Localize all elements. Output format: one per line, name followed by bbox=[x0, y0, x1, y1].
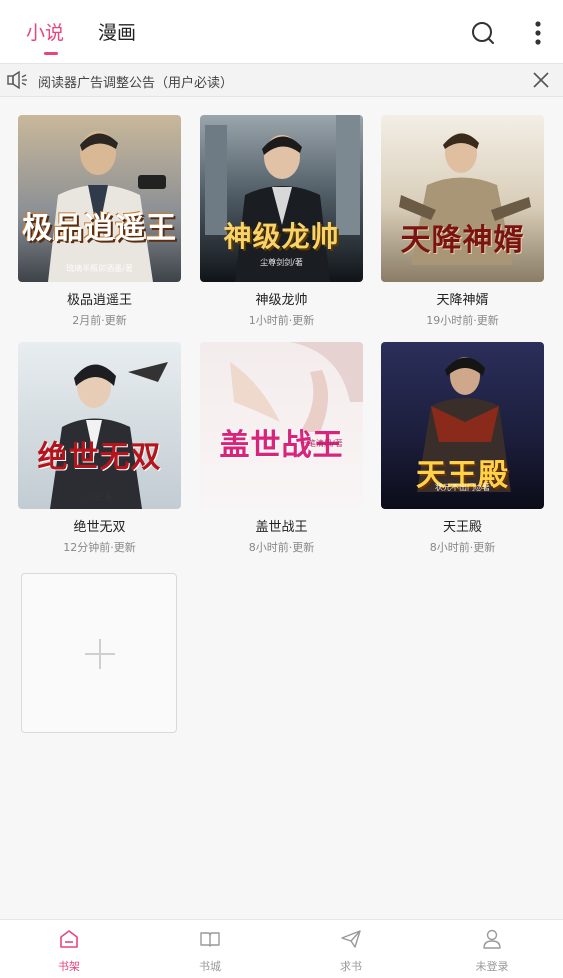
book-item[interactable]: 神级龙帅 尘尊剑剑/著 神级龙帅 1小时前·更新 bbox=[200, 115, 363, 328]
book-cover[interactable]: 极品逍遥王 琉璃半瓶卯酒墨/著 bbox=[18, 115, 181, 282]
book-cover[interactable]: 绝世无双 风光·著 bbox=[18, 342, 181, 509]
book-item[interactable]: 极品逍遥王 琉璃半瓶卯酒墨/著 极品逍遥王 2月前·更新 bbox=[18, 115, 181, 328]
book-update-status: 12分钟前·更新 bbox=[63, 541, 136, 554]
bottom-nav: 书架 书城 求书 未登录 bbox=[0, 919, 563, 978]
cover-title: 绝世无双 bbox=[37, 440, 162, 475]
nav-bookshelf[interactable]: 书架 bbox=[29, 920, 109, 978]
search-button[interactable] bbox=[468, 18, 498, 48]
bookshelf-icon bbox=[60, 930, 78, 948]
book-cover[interactable]: 盖世战王 一笔清风/著 bbox=[200, 342, 363, 509]
book-title: 极品逍遥王 bbox=[66, 293, 132, 308]
cover-author: 一笔清风/著 bbox=[300, 439, 343, 448]
notice-text: 阅读器广告调整公告（用户必读） bbox=[38, 76, 234, 91]
cover-author: 风光·著 bbox=[86, 493, 113, 502]
book-update-status: 2月前·更新 bbox=[72, 314, 127, 327]
book-title: 神级龙帅 bbox=[255, 293, 308, 308]
book-title: 绝世无双 bbox=[73, 520, 126, 535]
cover-title: 极品逍遥王 bbox=[22, 211, 177, 246]
close-icon bbox=[533, 72, 549, 88]
book-update-status: 8小时前·更新 bbox=[429, 541, 496, 554]
book-cover[interactable]: 神级龙帅 尘尊剑剑/著 bbox=[200, 115, 363, 282]
book-title: 盖世战王 bbox=[255, 520, 308, 535]
nav-label: 未登录 bbox=[475, 960, 509, 973]
add-book-button[interactable] bbox=[21, 573, 177, 733]
book-cover[interactable]: 天王殿 状元不出门◎著 bbox=[381, 342, 544, 509]
speaker-icon bbox=[7, 70, 27, 90]
cover-author: 状元不出门◎著 bbox=[435, 483, 490, 492]
book-update-status: 1小时前·更新 bbox=[248, 314, 315, 327]
book-update-status: 8小时前·更新 bbox=[248, 541, 315, 554]
tab-comic[interactable]: 漫画 bbox=[98, 18, 136, 45]
notice-bar[interactable]: 阅读器广告调整公告（用户必读） bbox=[0, 64, 563, 97]
more-button[interactable] bbox=[523, 18, 553, 48]
book-item[interactable]: 天王殿 状元不出门◎著 天王殿 8小时前·更新 bbox=[381, 342, 544, 555]
book-cover[interactable]: 天降神婿 bbox=[381, 115, 544, 282]
book-open-icon bbox=[200, 932, 220, 947]
send-icon bbox=[341, 930, 361, 948]
more-vertical-icon bbox=[535, 21, 541, 45]
notice-close-button[interactable] bbox=[531, 70, 551, 90]
nav-request-book[interactable]: 求书 bbox=[311, 920, 391, 978]
cover-title: 神级龙帅 bbox=[223, 220, 340, 253]
tab-novel[interactable]: 小说 bbox=[26, 18, 64, 45]
nav-label: 书架 bbox=[58, 960, 80, 973]
book-item[interactable]: 盖世战王 一笔清风/著 盖世战王 8小时前·更新 bbox=[200, 342, 363, 555]
cover-title: 天降神婿 bbox=[400, 223, 525, 258]
cover-author: 尘尊剑剑/著 bbox=[260, 258, 303, 267]
nav-label: 书城 bbox=[199, 960, 221, 973]
book-item[interactable]: 绝世无双 风光·著 绝世无双 12分钟前·更新 bbox=[18, 342, 181, 555]
active-tab-indicator bbox=[44, 52, 58, 55]
user-icon bbox=[483, 929, 501, 949]
nav-bookstore[interactable]: 书城 bbox=[170, 920, 250, 978]
book-title: 天王殿 bbox=[442, 520, 482, 535]
nav-account[interactable]: 未登录 bbox=[452, 920, 532, 978]
book-update-status: 19小时前·更新 bbox=[426, 314, 499, 327]
nav-label: 求书 bbox=[340, 960, 362, 973]
book-item[interactable]: 天降神婿 天降神婿 19小时前·更新 bbox=[381, 115, 544, 328]
search-icon bbox=[472, 22, 494, 44]
top-bar: 小说 漫画 bbox=[0, 0, 563, 64]
cover-author: 琉璃半瓶卯酒墨/著 bbox=[66, 264, 133, 273]
book-title: 天降神婿 bbox=[436, 293, 489, 308]
